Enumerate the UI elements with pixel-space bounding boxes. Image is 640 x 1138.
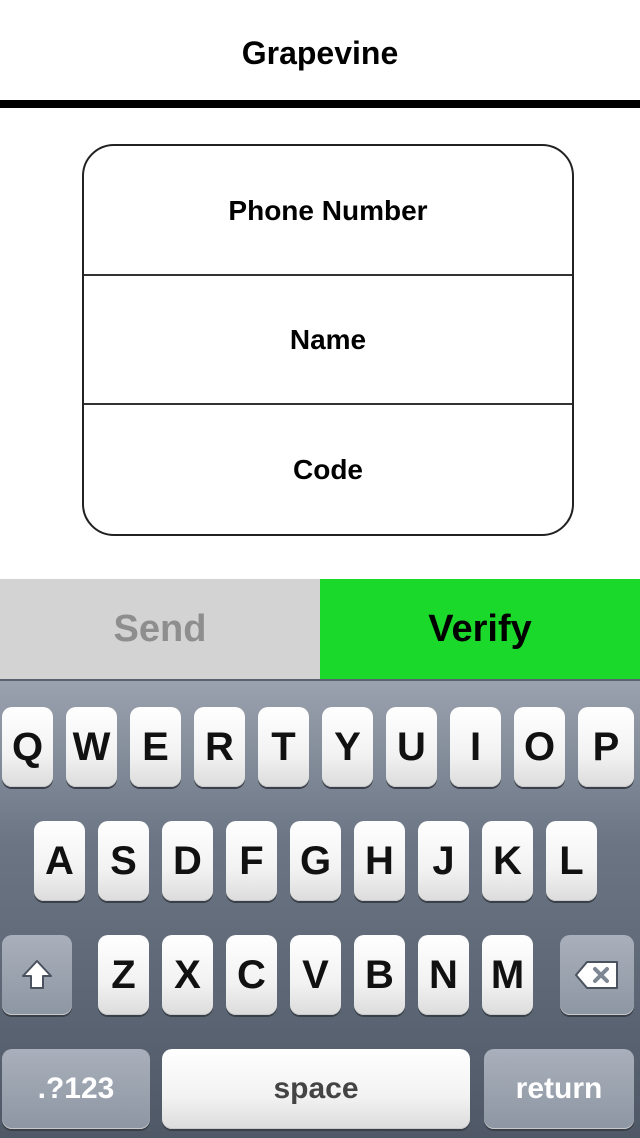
key-q[interactable]: Q xyxy=(2,707,53,787)
key-i[interactable]: I xyxy=(450,707,501,787)
key-c[interactable]: C xyxy=(226,935,277,1015)
backspace-icon xyxy=(573,959,621,991)
key-e[interactable]: E xyxy=(130,707,181,787)
key-z[interactable]: Z xyxy=(98,935,149,1015)
key-r[interactable]: R xyxy=(194,707,245,787)
space-key[interactable]: space xyxy=(162,1049,470,1129)
key-a[interactable]: A xyxy=(34,821,85,901)
key-w[interactable]: W xyxy=(66,707,117,787)
navigation-bar: Grapevine xyxy=(0,0,640,100)
key-u[interactable]: U xyxy=(386,707,437,787)
phone-number-field[interactable]: Phone Number xyxy=(84,146,572,275)
code-field[interactable]: Code xyxy=(84,405,572,534)
shift-key[interactable] xyxy=(2,935,72,1015)
key-f[interactable]: F xyxy=(226,821,277,901)
keyboard: Q W E R T Y U I O P A S D F G H J K L Z … xyxy=(0,679,640,1138)
key-x[interactable]: X xyxy=(162,935,213,1015)
nav-divider xyxy=(0,100,640,108)
key-v[interactable]: V xyxy=(290,935,341,1015)
action-bar: Send Verify xyxy=(0,579,640,679)
key-k[interactable]: K xyxy=(482,821,533,901)
send-button[interactable]: Send xyxy=(0,579,320,679)
key-y[interactable]: Y xyxy=(322,707,373,787)
app-title: Grapevine xyxy=(241,34,399,71)
key-h[interactable]: H xyxy=(354,821,405,901)
key-j[interactable]: J xyxy=(418,821,469,901)
signup-form: Phone Number Name Code xyxy=(82,144,574,536)
backspace-key[interactable] xyxy=(560,935,634,1015)
key-o[interactable]: O xyxy=(514,707,565,787)
key-n[interactable]: N xyxy=(418,935,469,1015)
key-s[interactable]: S xyxy=(98,821,149,901)
return-key[interactable]: return xyxy=(484,1049,634,1129)
key-p[interactable]: P xyxy=(578,707,634,787)
name-field[interactable]: Name xyxy=(84,276,572,404)
key-b[interactable]: B xyxy=(354,935,405,1015)
verify-button[interactable]: Verify xyxy=(320,579,640,679)
numbers-key[interactable]: .?123 xyxy=(2,1049,150,1129)
key-d[interactable]: D xyxy=(162,821,213,901)
shift-icon xyxy=(19,957,55,993)
key-g[interactable]: G xyxy=(290,821,341,901)
key-m[interactable]: M xyxy=(482,935,533,1015)
key-l[interactable]: L xyxy=(546,821,597,901)
key-t[interactable]: T xyxy=(258,707,309,787)
